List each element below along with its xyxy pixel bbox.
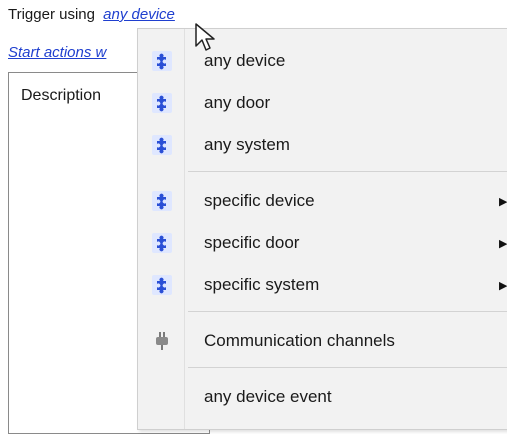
- context-menu: any device any door any system specific …: [137, 28, 507, 430]
- menu-item-label: specific system: [204, 275, 320, 294]
- menu-item-communication-channels[interactable]: Communication channels: [138, 321, 507, 361]
- puzzle-piece-icon: [152, 191, 172, 211]
- menu-item-label: any device: [204, 51, 286, 70]
- menu-item-label: specific door: [204, 233, 300, 252]
- description-label: Description: [21, 87, 102, 104]
- menu-item-any-device-event[interactable]: any device event: [138, 377, 507, 417]
- menu-separator: [188, 367, 507, 368]
- plug-icon: [156, 332, 168, 350]
- puzzle-piece-icon: [152, 135, 172, 155]
- submenu-arrow-icon: ▶: [499, 195, 507, 208]
- menu-separator: [188, 311, 507, 312]
- menu-item-label: Communication channels: [204, 331, 395, 350]
- menu-item-label: specific device: [204, 191, 315, 210]
- menu-item-label: any door: [204, 93, 271, 112]
- menu-item-specific-system[interactable]: specific system ▶: [138, 265, 507, 305]
- menu-item-label: any system: [204, 135, 290, 154]
- puzzle-piece-icon: [152, 93, 172, 113]
- puzzle-piece-icon: [152, 275, 172, 295]
- menu-item-any-door[interactable]: any door: [138, 83, 507, 123]
- menu-separator: [188, 171, 507, 172]
- menu-item-specific-device[interactable]: specific device ▶: [138, 181, 507, 221]
- menu-item-label: any device event: [204, 387, 332, 406]
- start-actions-link[interactable]: Start actions w: [8, 44, 136, 61]
- puzzle-piece-icon: [152, 233, 172, 253]
- puzzle-piece-icon: [152, 51, 172, 71]
- menu-item-specific-door[interactable]: specific door ▶: [138, 223, 507, 263]
- trigger-line: Trigger using any device: [8, 6, 175, 23]
- trigger-device-link[interactable]: any device: [103, 6, 175, 23]
- trigger-prefix-label: Trigger using: [8, 6, 95, 23]
- submenu-arrow-icon: ▶: [499, 279, 507, 292]
- mouse-cursor-icon: [195, 23, 215, 51]
- submenu-arrow-icon: ▶: [499, 237, 507, 250]
- menu-item-any-system[interactable]: any system: [138, 125, 507, 165]
